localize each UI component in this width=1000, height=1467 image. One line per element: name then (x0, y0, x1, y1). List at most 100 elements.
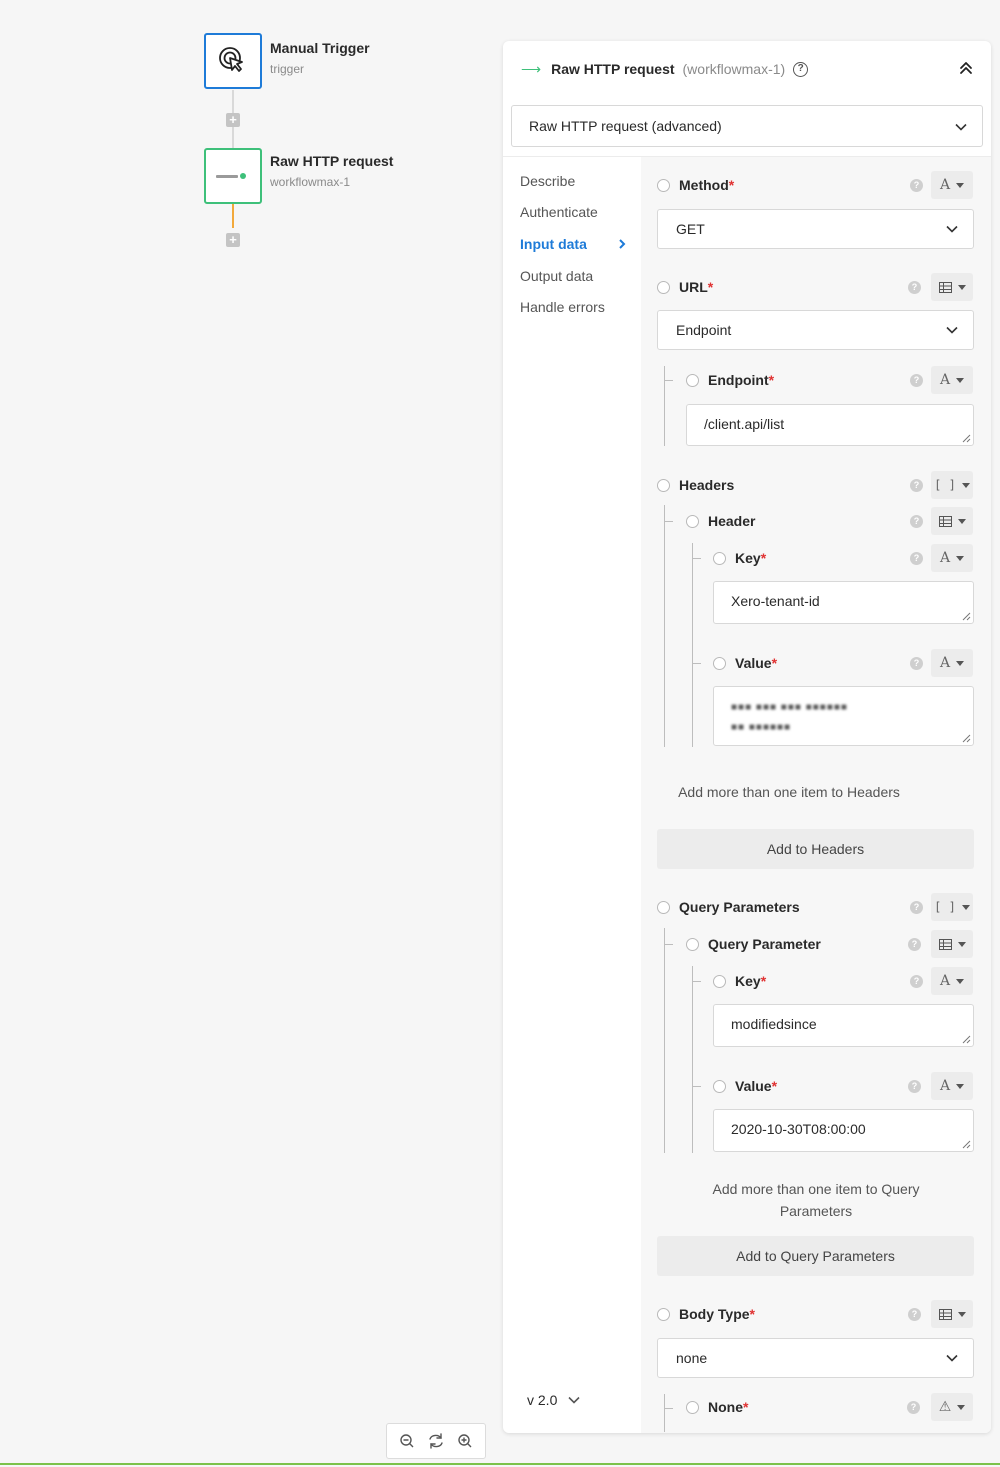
help-icon[interactable]: ? (910, 479, 923, 492)
operation-select[interactable]: Raw HTTP request (advanced) (511, 105, 983, 147)
add-step-button[interactable]: + (226, 233, 240, 247)
query-value-radio[interactable] (713, 1079, 726, 1093)
help-icon[interactable]: ? (908, 1080, 921, 1093)
type-list-button[interactable]: [ ] (931, 471, 973, 499)
nesting-line (665, 521, 673, 522)
body-type-radio[interactable] (657, 1307, 670, 1321)
nesting-line (664, 1394, 665, 1432)
type-text-button[interactable]: A (931, 649, 973, 677)
endpoint-field: Endpoint* (686, 370, 774, 390)
trigger-node-subtitle: trigger (270, 62, 305, 76)
zoom-out-icon[interactable] (399, 1433, 415, 1449)
add-to-headers-button[interactable]: Add to Headers (657, 829, 974, 869)
help-icon[interactable]: ? (793, 61, 809, 77)
help-icon[interactable]: ? (907, 1401, 920, 1414)
nav-item-describe[interactable]: Describe (520, 173, 575, 189)
resize-handle-icon[interactable] (961, 733, 971, 743)
nesting-line (692, 543, 693, 747)
panel-header: ⟶ Raw HTTP request (workflowmax-1) ? (503, 41, 991, 97)
nesting-line (665, 380, 673, 381)
raw-http-request-node[interactable] (204, 148, 262, 204)
endpoint-input[interactable]: /client.api/list (686, 404, 974, 446)
resize-handle-icon[interactable] (961, 611, 971, 621)
resize-handle-icon[interactable] (961, 1034, 971, 1044)
nav-item-output-data[interactable]: Output data (520, 268, 593, 284)
type-text-button[interactable]: A (931, 171, 973, 199)
chevron-down-icon (946, 225, 958, 233)
header-value-radio[interactable] (713, 656, 726, 670)
query-param-item-label: Query Parameter (708, 936, 821, 952)
add-step-button[interactable]: + (226, 113, 240, 127)
help-icon[interactable]: ? (910, 901, 923, 914)
type-object-button[interactable] (931, 273, 973, 301)
help-icon[interactable]: ? (908, 938, 921, 951)
step-node-title: Raw HTTP request (270, 153, 394, 169)
help-icon[interactable]: ? (910, 552, 923, 565)
zoom-in-icon[interactable] (457, 1433, 473, 1449)
query-key-label: Key* (735, 973, 767, 989)
header-key-radio[interactable] (713, 551, 726, 565)
header-value-input[interactable]: ■■■ ■■■ ■■■ ■■■■■■ ■■ ■■■■■■ (713, 686, 974, 746)
method-select[interactable]: GET (657, 209, 974, 249)
chevron-right-icon (619, 239, 626, 249)
query-param-item-field: Query Parameter (686, 934, 821, 954)
help-icon[interactable]: ? (908, 1308, 921, 1321)
header-key-value: Xero-tenant-id (731, 593, 820, 609)
query-params-field: Query Parameters (657, 897, 800, 917)
url-radio[interactable] (657, 280, 670, 294)
none-label: None* (708, 1399, 749, 1415)
query-params-radio[interactable] (657, 900, 670, 914)
type-text-button[interactable]: A (931, 967, 973, 995)
method-select-value: GET (676, 221, 705, 237)
help-icon[interactable]: ? (910, 975, 923, 988)
grid-icon (938, 1308, 952, 1320)
connector-line (232, 127, 234, 148)
connector-line-active (232, 204, 234, 228)
type-warning-button[interactable]: ⚠ (931, 1393, 973, 1421)
help-icon[interactable]: ? (910, 374, 923, 387)
manual-trigger-node[interactable] (204, 33, 262, 89)
query-key-field: Key* (713, 971, 766, 991)
body-type-label: Body Type* (679, 1306, 755, 1322)
add-to-query-params-button[interactable]: Add to Query Parameters (657, 1236, 974, 1276)
header-value-field: Value* (713, 653, 777, 673)
type-object-button[interactable] (931, 507, 973, 535)
query-key-radio[interactable] (713, 974, 726, 988)
endpoint-radio[interactable] (686, 373, 699, 387)
nav-item-handle-errors[interactable]: Handle errors (520, 299, 605, 315)
collapse-panel-icon[interactable] (959, 61, 973, 75)
url-select[interactable]: Endpoint (657, 310, 974, 350)
grid-icon (938, 515, 952, 527)
header-key-input[interactable]: Xero-tenant-id (713, 581, 974, 624)
method-radio[interactable] (657, 178, 670, 192)
nesting-line (665, 944, 673, 945)
query-key-input[interactable]: modifiedsince (713, 1004, 974, 1047)
resize-handle-icon[interactable] (961, 1139, 971, 1149)
nesting-line (693, 1086, 701, 1087)
help-icon[interactable]: ? (910, 657, 923, 670)
nesting-line (692, 966, 693, 1153)
type-list-button[interactable]: [ ] (931, 893, 973, 921)
type-object-button[interactable] (931, 1300, 973, 1328)
query-params-label: Query Parameters (679, 899, 800, 915)
help-icon[interactable]: ? (908, 281, 921, 294)
help-icon[interactable]: ? (910, 179, 923, 192)
query-value-input[interactable]: 2020-10-30T08:00:00 (713, 1109, 974, 1152)
help-icon[interactable]: ? (910, 515, 923, 528)
type-object-button[interactable] (931, 930, 973, 958)
endpoint-input-value: /client.api/list (704, 416, 785, 432)
none-radio[interactable] (686, 1400, 699, 1414)
type-text-button[interactable]: A (931, 1072, 973, 1100)
nav-item-input-data[interactable]: Input data (520, 236, 587, 252)
body-type-select[interactable]: none (657, 1338, 974, 1378)
resize-handle-icon[interactable] (961, 433, 971, 443)
query-param-item-radio[interactable] (686, 937, 699, 951)
query-value-value: 2020-10-30T08:00:00 (731, 1121, 866, 1137)
headers-radio[interactable] (657, 478, 670, 492)
header-item-radio[interactable] (686, 514, 699, 528)
nav-item-authenticate[interactable]: Authenticate (520, 204, 598, 220)
type-text-button[interactable]: A (931, 366, 973, 394)
version-selector[interactable]: v 2.0 (527, 1392, 581, 1408)
refresh-icon[interactable] (427, 1433, 445, 1449)
type-text-button[interactable]: A (931, 544, 973, 572)
